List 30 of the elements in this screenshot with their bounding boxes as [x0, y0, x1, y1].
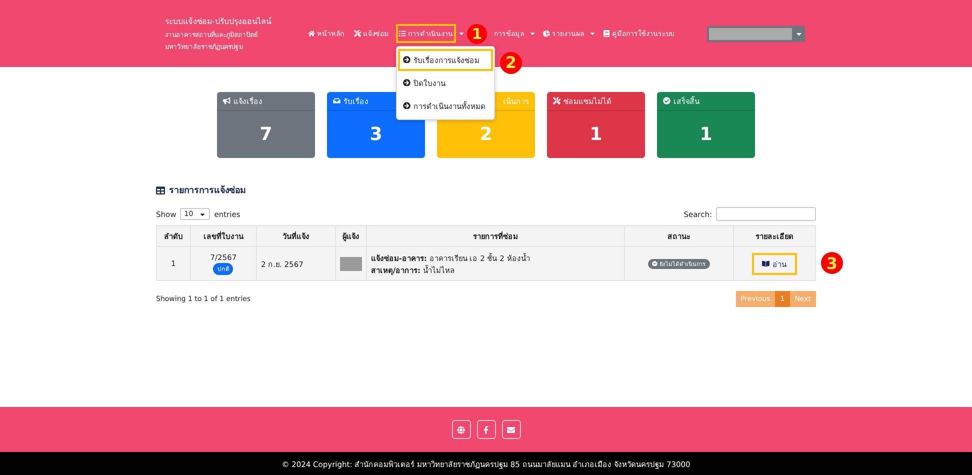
tools-icon: [354, 30, 361, 37]
card-count: 2: [478, 123, 494, 147]
caret-icon: [199, 210, 206, 218]
user-dropdown[interactable]: [707, 26, 805, 42]
card-count: 1: [698, 123, 714, 147]
redacted-name: [340, 256, 362, 270]
search-field[interactable]: [716, 207, 816, 221]
megaphone-icon: [223, 97, 230, 105]
pie-chart-icon: [543, 30, 550, 37]
book-icon: [603, 30, 610, 37]
table-icon: [156, 186, 165, 194]
home-icon: [308, 30, 315, 37]
facebook-icon: [482, 426, 490, 434]
card-count: 1: [588, 123, 604, 147]
site-title: ระบบแจ้งซ่อม-ปรับปรุงออนไลน์: [165, 16, 272, 28]
card-count: 7: [258, 123, 274, 147]
mail-icon: [507, 426, 515, 434]
list-icon: [399, 30, 406, 37]
step-marker: 3: [821, 252, 843, 274]
step-marker: 1: [467, 24, 487, 44]
card-count: 3: [368, 123, 384, 147]
inbox-icon: [333, 97, 340, 105]
tools-icon: [553, 97, 560, 105]
website-link[interactable]: [452, 420, 470, 439]
email-link[interactable]: [502, 420, 520, 439]
facebook-link[interactable]: [476, 420, 496, 439]
step-marker: 2: [500, 52, 522, 74]
book-icon: [762, 260, 770, 268]
globe-icon: [457, 426, 465, 434]
section-title: รายการการแจ้งซ่อม: [169, 184, 246, 197]
